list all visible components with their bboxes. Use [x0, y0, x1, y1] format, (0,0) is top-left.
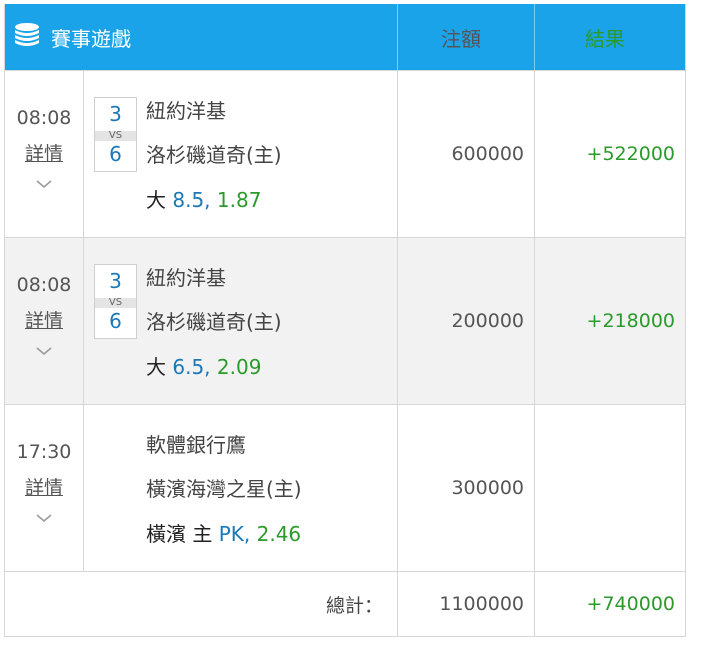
- bet-result: [535, 405, 685, 571]
- header-amount: 注額: [398, 4, 535, 70]
- team-away: 紐約洋基: [146, 99, 226, 123]
- coin-stack-icon: [13, 22, 41, 52]
- chevron-down-icon[interactable]: [35, 174, 53, 193]
- team-away: 紐約洋基: [146, 266, 226, 290]
- bet-history-table: 賽事遊戲 注額 結果 08:08 詳情 3 VS 6 紐約洋基 洛杉磯道奇(主)…: [4, 4, 686, 637]
- bet-line: PK,: [218, 522, 251, 546]
- table-row: 08:08 詳情 3 VS 6 紐約洋基 洛杉磯道奇(主) 大 6.5, 2.0…: [5, 237, 685, 404]
- details-link[interactable]: 詳情: [25, 305, 63, 337]
- bet-selection: 大 6.5, 2.09: [146, 351, 261, 380]
- bet-amount: 300000: [398, 405, 535, 571]
- header-game-column: 賽事遊戲: [5, 4, 398, 70]
- bet-amount: 600000: [398, 71, 535, 237]
- match-cell: 3 VS 6 紐約洋基 洛杉磯道奇(主) 大 6.5, 2.09: [84, 238, 398, 404]
- time-cell: 08:08 詳情: [5, 71, 84, 237]
- bet-selection: 大 8.5, 1.87: [146, 184, 261, 213]
- away-score: 6: [109, 142, 122, 166]
- total-label: 總計：: [5, 572, 398, 636]
- chevron-down-icon[interactable]: [35, 508, 53, 527]
- time-cell: 08:08 詳情: [5, 238, 84, 404]
- bet-result: +522000: [586, 143, 675, 165]
- chevron-down-icon[interactable]: [35, 341, 53, 360]
- total-result: +740000: [586, 593, 675, 615]
- bet-line: 6.5,: [172, 355, 211, 379]
- header-title: 賽事遊戲: [51, 26, 131, 51]
- match-cell: 軟體銀行鷹 橫濱海灣之星(主) 橫濱 主 PK, 2.46: [84, 405, 398, 571]
- score-box: 3 VS 6: [94, 264, 137, 339]
- bet-result: +218000: [586, 310, 675, 332]
- match-time: 08:08: [16, 107, 72, 129]
- vs-label: VS: [95, 298, 136, 308]
- bet-odds: 1.87: [210, 188, 262, 212]
- team-away: 軟體銀行鷹: [146, 433, 246, 457]
- bet-line: 8.5,: [172, 188, 211, 212]
- home-score: 3: [109, 102, 122, 126]
- bet-pick: 大: [146, 188, 173, 212]
- time-cell: 17:30 詳情: [5, 405, 84, 571]
- bet-odds: 2.09: [210, 355, 262, 379]
- totals-row: 總計： 1100000 +740000: [5, 571, 685, 637]
- table-row: 17:30 詳情 軟體銀行鷹 橫濱海灣之星(主) 橫濱 主 PK, 2.46 3…: [5, 404, 685, 571]
- team-home: 洛杉磯道奇(主): [146, 310, 282, 334]
- bet-pick: 橫濱 主: [146, 522, 219, 546]
- table-row: 08:08 詳情 3 VS 6 紐約洋基 洛杉磯道奇(主) 大 8.5, 1.8…: [5, 70, 685, 237]
- table-header: 賽事遊戲 注額 結果: [5, 4, 685, 70]
- bet-amount: 200000: [398, 238, 535, 404]
- details-link[interactable]: 詳情: [25, 138, 63, 170]
- details-link[interactable]: 詳情: [25, 472, 63, 504]
- score-box: 3 VS 6: [94, 97, 137, 172]
- vs-label: VS: [95, 131, 136, 141]
- away-score: 6: [109, 309, 122, 333]
- match-time: 17:30: [16, 441, 72, 463]
- bet-odds: 2.46: [250, 522, 302, 546]
- match-time: 08:08: [16, 274, 72, 296]
- team-home: 橫濱海灣之星(主): [146, 477, 302, 501]
- team-home: 洛杉磯道奇(主): [146, 143, 282, 167]
- total-amount: 1100000: [398, 572, 535, 636]
- bet-selection: 橫濱 主 PK, 2.46: [146, 518, 301, 547]
- match-cell: 3 VS 6 紐約洋基 洛杉磯道奇(主) 大 8.5, 1.87: [84, 71, 398, 237]
- bet-pick: 大: [146, 355, 173, 379]
- header-result: 結果: [585, 26, 625, 51]
- home-score: 3: [109, 269, 122, 293]
